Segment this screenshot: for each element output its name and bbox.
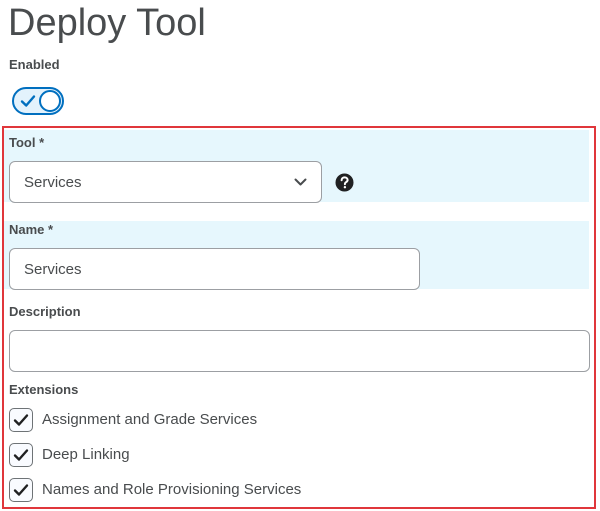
assignment-grade-services-label: Assignment and Grade Services — [42, 411, 258, 428]
page-title: Deploy Tool — [8, 2, 206, 44]
tool-select-value: Services — [24, 174, 82, 191]
extension-item-names-role-provisioning: Names and Role Provisioning Services — [9, 478, 369, 504]
checkmark-icon — [13, 449, 29, 461]
extension-item-deep-linking: Deep Linking — [9, 443, 309, 469]
extension-item-assignment-grade-services: Assignment and Grade Services — [9, 408, 309, 434]
checkmark-icon — [20, 95, 36, 107]
extensions-label: Extensions — [9, 382, 79, 397]
assignment-grade-services-checkbox[interactable] — [9, 408, 33, 432]
checkmark-icon — [13, 484, 29, 496]
tool-select[interactable]: Services — [9, 161, 322, 203]
name-input[interactable] — [9, 248, 420, 290]
question-circle-icon[interactable] — [335, 173, 354, 192]
deep-linking-checkbox[interactable] — [9, 443, 33, 467]
description-input[interactable] — [9, 330, 590, 372]
tool-label: Tool * — [9, 135, 45, 150]
chevron-down-icon — [294, 178, 307, 186]
names-role-provisioning-checkbox[interactable] — [9, 478, 33, 502]
name-label: Name * — [9, 222, 54, 237]
description-label: Description — [9, 304, 81, 319]
toggle-knob — [39, 90, 61, 112]
enabled-toggle[interactable] — [12, 87, 64, 115]
checkmark-icon — [13, 414, 29, 426]
deep-linking-label: Deep Linking — [42, 446, 130, 463]
enabled-label: Enabled — [9, 57, 60, 72]
names-role-provisioning-label: Names and Role Provisioning Services — [42, 481, 302, 498]
